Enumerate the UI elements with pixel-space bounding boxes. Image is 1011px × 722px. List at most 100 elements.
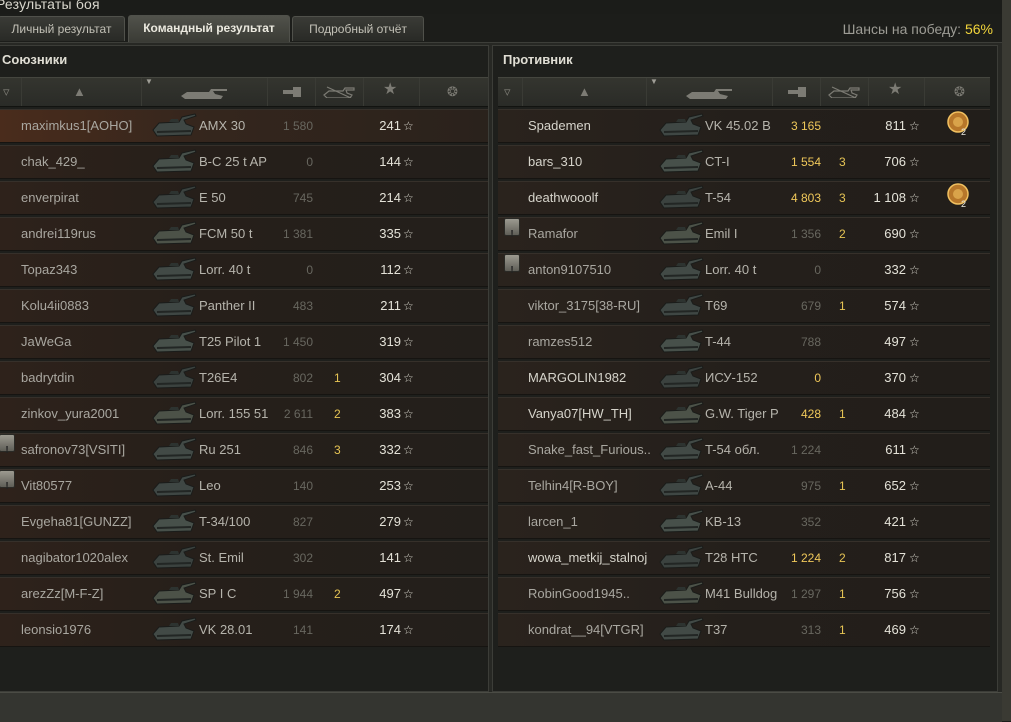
tank-icon bbox=[149, 542, 199, 570]
player-row[interactable]: Topaz343 Lorr. 40 t 0 112 ☆ bbox=[0, 253, 488, 287]
shield-icon: ! bbox=[504, 254, 520, 276]
player-row[interactable]: Telhin4[R-BOY] A-44 975 1 652 ☆ bbox=[498, 469, 990, 503]
xp-value: 611 bbox=[885, 442, 906, 457]
tank-icon bbox=[656, 290, 706, 318]
column-medals[interactable]: ❂ bbox=[419, 78, 488, 106]
player-row[interactable]: ! safronov73[VSITI] Ru 251 846 3 332 ☆ bbox=[0, 433, 488, 467]
player-row[interactable]: Evgeha81[GUNZZ] T-34/100 827 279 ☆ bbox=[0, 505, 488, 539]
star-icon: ☆ bbox=[909, 479, 920, 493]
star-icon: ☆ bbox=[403, 587, 414, 601]
player-row[interactable]: larcen_1 KB-13 352 421 ☆ bbox=[498, 505, 990, 539]
xp-value: 484 bbox=[884, 406, 906, 421]
tank-icon bbox=[181, 89, 227, 99]
column-kills[interactable] bbox=[315, 78, 364, 106]
tank-icon bbox=[656, 110, 706, 138]
vehicle-name: E 50 bbox=[199, 190, 226, 205]
column-vehicle[interactable]: ▼ bbox=[646, 77, 773, 106]
vehicle-name: AMX 30 bbox=[199, 118, 246, 133]
player-row[interactable]: chak_429_ B-C 25 t AP 0 144 ☆ bbox=[0, 145, 488, 179]
tab-personal-result[interactable]: Личный результат bbox=[0, 16, 125, 41]
column-damage[interactable] bbox=[267, 78, 316, 106]
star-icon: ☆ bbox=[403, 551, 414, 565]
player-row[interactable]: arezZz[M-F-Z] SP I C 1 944 2 497 ☆ bbox=[0, 577, 488, 611]
xp-value: 144 bbox=[379, 154, 401, 169]
player-row[interactable]: bars_310 CT-I 1 554 3 706 ☆ bbox=[498, 145, 990, 179]
damage-icon bbox=[283, 87, 301, 97]
vehicle-name: SP I C bbox=[199, 586, 237, 601]
column-platoon[interactable]: ▿ bbox=[498, 78, 523, 106]
tank-icon bbox=[149, 254, 199, 282]
tank-icon bbox=[149, 146, 199, 174]
tab-team-result[interactable]: Командный результат bbox=[128, 15, 290, 42]
tab-detailed-report[interactable]: Подробный отчёт bbox=[292, 16, 424, 41]
player-name: larcen_1 bbox=[528, 514, 578, 529]
player-row[interactable]: ! anton9107510 Lorr. 40 t 0 332 ☆ bbox=[498, 253, 990, 287]
player-row[interactable]: Spademen VK 45.02 B 3 165 811 ☆ 2 bbox=[498, 109, 990, 143]
xp-value: 279 bbox=[379, 514, 401, 529]
player-row[interactable]: ! Vit80577 Leo 140 253 ☆ bbox=[0, 469, 488, 503]
column-player[interactable]: ▲ bbox=[522, 78, 647, 106]
column-damage[interactable] bbox=[772, 78, 821, 106]
damage-value: 2 611 bbox=[283, 407, 313, 421]
vehicle-name: Emil I bbox=[705, 226, 738, 241]
column-platoon[interactable]: ▿ bbox=[0, 78, 22, 106]
star-icon: ☆ bbox=[909, 191, 920, 205]
star-icon: ★ bbox=[888, 81, 903, 98]
medal-icon[interactable] bbox=[947, 110, 973, 136]
player-row[interactable]: kondrat__94[VTGR] T37 313 1 469 ☆ bbox=[498, 613, 990, 647]
vehicle-name: B-C 25 t AP bbox=[199, 154, 267, 169]
enemies-title: Противник bbox=[503, 52, 573, 67]
xp-value: 370 bbox=[884, 370, 906, 385]
player-row[interactable]: zinkov_yura2001 Lorr. 155 51 2 611 2 383 ☆ bbox=[0, 397, 488, 431]
column-xp[interactable]: ★ bbox=[868, 78, 925, 106]
vehicle-name: FCM 50 t bbox=[199, 226, 253, 241]
damage-value: 1 944 bbox=[282, 587, 313, 601]
player-row[interactable]: RobinGood1945.. M41 Bulldog 1 297 1 756 ☆ bbox=[498, 577, 990, 611]
star-icon: ☆ bbox=[909, 299, 920, 313]
player-row[interactable]: deathwooolf T-54 4 803 3 1 108 ☆ 2 bbox=[498, 181, 990, 215]
tank-icon bbox=[656, 434, 706, 462]
player-row[interactable]: ramzes512 T-44 788 497 ☆ bbox=[498, 325, 990, 359]
damage-value: 352 bbox=[800, 515, 821, 529]
win-chance-value: 56% bbox=[964, 21, 993, 37]
player-row[interactable]: badrytdin T26E4 802 1 304 ☆ bbox=[0, 361, 488, 395]
column-vehicle[interactable]: ▼ bbox=[141, 77, 268, 106]
player-row[interactable]: wowa_metkij_stalnoj T28 HTC 1 224 2 817 ☆ bbox=[498, 541, 990, 575]
player-row[interactable]: viktor_3175[38-RU] T69 679 1 574 ☆ bbox=[498, 289, 990, 323]
player-row[interactable]: nagibator1020alex St. Emil 302 141 ☆ bbox=[0, 541, 488, 575]
xp-value: 332 bbox=[379, 442, 401, 457]
column-xp[interactable]: ★ bbox=[363, 78, 420, 106]
damage-value: 141 bbox=[292, 623, 313, 637]
star-icon: ☆ bbox=[403, 623, 414, 637]
column-kills[interactable] bbox=[820, 78, 869, 106]
player-row[interactable]: JaWeGa T25 Pilot 1 1 450 319 ☆ bbox=[0, 325, 488, 359]
player-row[interactable]: enverpirat E 50 745 214 ☆ bbox=[0, 181, 488, 215]
damage-value: 0 bbox=[306, 263, 313, 277]
player-row[interactable]: andrei119rus FCM 50 t 1 381 335 ☆ bbox=[0, 217, 488, 251]
enemies-list: Spademen VK 45.02 B3 165 811 ☆ 2 bars_310 CT-I… bbox=[493, 109, 990, 649]
player-row[interactable]: leonsio1976 VK 28.01 141 174 ☆ bbox=[0, 613, 488, 647]
player-row[interactable]: MARGOLIN1982 ИСУ-152 0 370 ☆ bbox=[498, 361, 990, 395]
damage-value: 679 bbox=[800, 299, 821, 313]
destroyed-tank-icon bbox=[323, 86, 355, 98]
xp-value: 332 bbox=[884, 262, 906, 277]
column-medals[interactable]: ❂ bbox=[924, 78, 990, 106]
player-row[interactable]: Vanya07[HW_TH] G.W. Tiger P 428 1 484 ☆ bbox=[498, 397, 990, 431]
star-icon: ☆ bbox=[403, 227, 414, 241]
medal-icon[interactable] bbox=[947, 182, 973, 208]
player-name: wowa_metkij_stalnoj bbox=[528, 550, 648, 565]
player-name: deathwooolf bbox=[528, 190, 599, 205]
star-icon: ☆ bbox=[909, 623, 920, 637]
vehicle-name: KB-13 bbox=[705, 514, 742, 529]
bottom-bar bbox=[0, 692, 1002, 722]
xp-value: 652 bbox=[884, 478, 906, 493]
column-player[interactable]: ▲ bbox=[21, 78, 142, 106]
damage-value: 1 580 bbox=[282, 119, 313, 133]
tank-icon bbox=[656, 362, 706, 390]
kills-value: 3 bbox=[839, 155, 846, 169]
player-row[interactable]: maximkus1[AOHO] AMX 30 1 580 241 ☆ bbox=[0, 109, 488, 143]
player-row[interactable]: Snake_fast_Furious.. T-54 обл. 1 224 611 ☆ bbox=[498, 433, 990, 467]
player-row[interactable]: ! Ramafor Emil I 1 356 2 690 ☆ bbox=[498, 217, 990, 251]
player-row[interactable]: Kolu4ii0883 Panther II 483 211 ☆ bbox=[0, 289, 488, 323]
xp-value: 211 bbox=[380, 298, 401, 313]
